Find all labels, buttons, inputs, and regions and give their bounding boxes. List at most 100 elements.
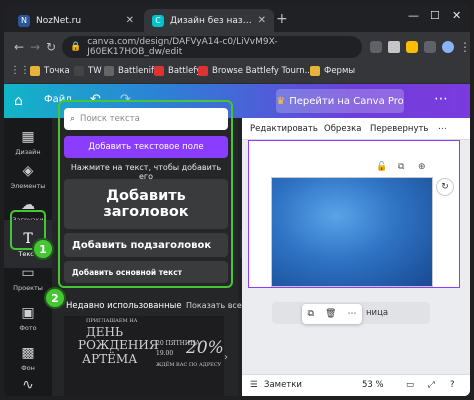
share-page-icon[interactable]: [388, 41, 400, 53]
folder-icon: ▭: [21, 264, 35, 281]
tab-strip: N NozNet.ru ✕ C Дизайн без названия — От…: [4, 4, 470, 32]
bookmark-label: Browse Battlefy Tourn...: [212, 66, 313, 76]
delete-icon[interactable]: 🗑: [325, 309, 336, 319]
recent-template-thumbnail[interactable]: ПРИГЛАШАЕМ НА ДЕНЬ РОЖДЕНИЯ АРТЁМА 20 ПЯ…: [64, 316, 224, 396]
rotate-icon[interactable]: ↻: [436, 178, 454, 196]
thumb-time: 19.00: [156, 350, 174, 357]
tw-icon: [74, 66, 84, 76]
tab-title: NozNet.ru: [36, 15, 82, 26]
flip-button[interactable]: Перевернуть: [370, 124, 428, 134]
crop-button[interactable]: Обрезка: [324, 124, 361, 134]
add-page-label: ница: [366, 308, 389, 318]
thumb-percent: 20%: [186, 338, 224, 358]
recently-used-title: Недавно использованные: [66, 301, 182, 311]
bookmarks-bar: ⋮⋮ Точка TW Battlenif Battlefy Browse Ba…: [4, 62, 470, 84]
battlenif-icon: [104, 66, 114, 76]
bookmark-label: TW: [88, 66, 102, 76]
maximize-icon[interactable]: ☐: [430, 9, 440, 22]
minimize-icon[interactable]: —: [408, 9, 419, 22]
thumb-line1: ПРИГЛАШАЕМ НА: [86, 318, 138, 324]
zoom-level[interactable]: 53 %: [362, 380, 384, 390]
callout-badge-1: 1: [32, 238, 54, 260]
chart-icon: ∿: [22, 376, 34, 393]
elements-icon: ◈: [22, 162, 34, 179]
help-icon[interactable]: ?: [450, 380, 455, 390]
menu-dots-icon[interactable]: ⋮: [456, 40, 470, 54]
apps-grid-icon[interactable]: ⋮⋮: [10, 65, 30, 76]
profile-avatar-icon[interactable]: [442, 41, 454, 53]
reload-icon[interactable]: ↻: [42, 40, 60, 54]
thumb-footer: ЖДЁМ ВАС ПО АДРЕСУ: [156, 362, 222, 368]
chevron-right-icon[interactable]: ›: [224, 352, 228, 363]
canvas-image[interactable]: [272, 178, 432, 286]
more-toolbar-icon[interactable]: ⋯: [438, 124, 447, 134]
page-grid-icon[interactable]: ▭: [406, 380, 414, 390]
tab-canva[interactable]: C Дизайн без названия — Откры ✕: [144, 9, 274, 32]
lock-icon: 🔒: [70, 42, 82, 52]
bookmark-label: Точка: [44, 66, 70, 76]
photo-icon: ▣: [21, 304, 35, 321]
element-context-menu: ⧉ 🗑 ⋯: [302, 304, 362, 324]
folder-icon: [30, 66, 40, 76]
rail-item-charts[interactable]: ∿: [4, 362, 52, 396]
add-subheading-button[interactable]: Добавить подзаголовок: [64, 233, 228, 257]
battlefy-icon: [154, 66, 164, 76]
address-toolbar: ← → ↻ 🔒 canva.com/design/DAFVyA14-c0/LiV…: [4, 32, 470, 62]
new-tab-icon[interactable]: +: [276, 11, 288, 27]
bookmark-battlefy[interactable]: Battlefy: [154, 66, 201, 76]
search-text-input[interactable]: ⌕ Поиск текста: [64, 108, 228, 130]
bookmark-browse-battlefy[interactable]: Browse Battlefy Tourn...: [198, 66, 313, 76]
puzzle-icon[interactable]: [424, 41, 436, 53]
rail-label: Фото: [19, 323, 37, 332]
rail-label: Проекты: [13, 283, 43, 292]
tab-title: Дизайн без названия — Откры: [170, 15, 254, 26]
add-body-text-button[interactable]: Добавить основной текст: [64, 261, 228, 283]
bookmark-label: Battlenif: [118, 66, 155, 76]
hamburger-menu-icon[interactable]: ⌂: [14, 93, 23, 109]
canva-favicon-icon: C: [152, 14, 164, 27]
add-heading-button[interactable]: Добавить заголовок: [64, 179, 228, 229]
browser-window: N NozNet.ru ✕ C Дизайн без названия — От…: [4, 4, 470, 396]
battlefy-icon: [198, 66, 208, 76]
fullscreen-icon[interactable]: ⤢: [428, 380, 435, 390]
close-tab-icon[interactable]: ✕: [258, 15, 266, 26]
url-bar[interactable]: 🔒 canva.com/design/DAFVyA14-c0/LiVvM9X-J…: [62, 36, 362, 58]
noznet-favicon-icon: N: [18, 14, 30, 27]
tab-noznet[interactable]: N NozNet.ru ✕: [10, 9, 142, 32]
editor-bottom-bar: ☰ Заметки 53 % ▭ ⤢ ?: [242, 374, 470, 396]
edit-button[interactable]: Редактировать: [250, 124, 318, 134]
add-page-icon[interactable]: ⊕: [418, 162, 426, 172]
more-context-icon[interactable]: ⋯: [347, 309, 356, 319]
extension-icon[interactable]: [370, 41, 382, 53]
duplicate-page-icon[interactable]: ⧉: [398, 162, 404, 172]
copy-icon[interactable]: ⧉: [308, 309, 314, 319]
more-options-icon[interactable]: ⋯: [434, 91, 448, 107]
crown-icon: ♛: [276, 95, 286, 107]
close-tab-icon[interactable]: ✕: [126, 15, 134, 26]
bookmark-star-icon[interactable]: [406, 41, 418, 53]
search-icon: ⌕: [70, 114, 76, 124]
thumb-line3: РОЖДЕНИЯ: [78, 338, 159, 352]
folder-icon: [310, 66, 320, 76]
background-icon: ▩: [21, 344, 35, 361]
search-placeholder: Поиск текста: [80, 114, 140, 124]
show-all-link[interactable]: Показать все: [186, 301, 242, 310]
callout-badge-2: 2: [44, 287, 66, 309]
thumb-line2: ДЕНЬ: [86, 325, 124, 339]
context-toolbar: Редактировать Обрезка Перевернуть ⋯: [242, 118, 470, 140]
add-text-box-button[interactable]: Добавить текстовое поле: [64, 136, 228, 158]
notes-button[interactable]: Заметки: [264, 380, 302, 390]
canva-pro-label: Перейти на Canva Pro: [289, 95, 404, 107]
design-icon: ▦: [21, 128, 35, 145]
lock-page-icon[interactable]: 🔓: [376, 162, 387, 172]
bookmark-label: Battlefy: [168, 66, 202, 76]
thumb-line4: АРТЁМА: [82, 352, 138, 366]
close-window-icon[interactable]: ✕: [452, 9, 461, 22]
bookmark-fermy[interactable]: Фермы: [310, 66, 355, 76]
bookmark-tochka[interactable]: Точка: [30, 66, 70, 76]
notes-icon[interactable]: ☰: [250, 380, 258, 390]
bookmark-battlenif[interactable]: Battlenif: [104, 66, 154, 76]
bookmark-tw[interactable]: TW: [74, 66, 102, 76]
canva-pro-button[interactable]: ♛ Перейти на Canva Pro: [276, 89, 404, 113]
bookmark-label: Фермы: [324, 66, 356, 76]
